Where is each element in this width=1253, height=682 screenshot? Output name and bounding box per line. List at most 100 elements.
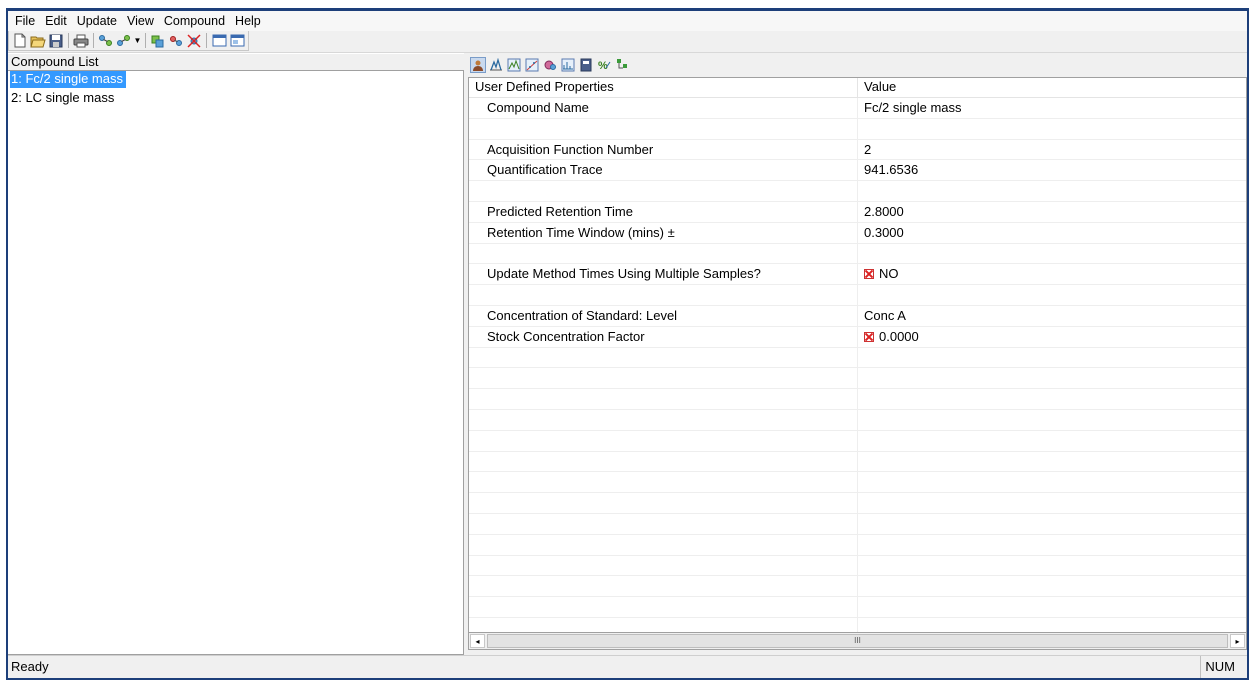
property-row[interactable]: Concentration of Standard: Level Conc A	[469, 305, 1246, 327]
property-row[interactable]	[469, 389, 1246, 410]
property-value[interactable]	[857, 285, 1246, 305]
scroll-thumb[interactable]: III	[487, 634, 1228, 648]
menu-view[interactable]: View	[122, 14, 159, 28]
compound-list-item[interactable]: 1: Fc/2 single mass	[8, 69, 463, 88]
property-row[interactable]: Retention Time Window (mins) ± 0.3000	[469, 222, 1246, 244]
integration-icon[interactable]	[560, 57, 576, 73]
print-icon[interactable]	[73, 33, 89, 49]
mass-spectrum-icon[interactable]	[542, 57, 558, 73]
property-row[interactable]	[469, 243, 1246, 265]
calibration-icon[interactable]	[524, 57, 540, 73]
property-value[interactable]	[857, 118, 1246, 139]
property-row[interactable]	[469, 617, 1246, 632]
property-value[interactable]: 0.0000	[857, 326, 1246, 347]
open-folder-icon[interactable]	[30, 33, 46, 49]
property-value[interactable]	[857, 181, 1246, 201]
property-row[interactable]	[469, 576, 1246, 598]
scroll-left-arrow[interactable]: ◂	[470, 634, 485, 648]
property-name: Acquisition Function Number	[487, 141, 654, 157]
property-row[interactable]: Predicted Retention Time 2.8000	[469, 201, 1246, 223]
property-row[interactable]	[469, 513, 1246, 535]
menu-compound[interactable]: Compound	[159, 14, 230, 28]
property-name	[469, 119, 857, 139]
property-row[interactable]: Stock Concentration Factor 0.0000	[469, 326, 1246, 348]
property-name	[469, 181, 857, 201]
property-value[interactable]	[857, 555, 1246, 576]
property-row[interactable]	[469, 597, 1246, 618]
status-text: Ready	[11, 659, 49, 674]
property-value[interactable]	[857, 617, 1246, 632]
property-value[interactable]: 2	[857, 139, 1246, 160]
property-value[interactable]	[857, 368, 1246, 389]
property-value[interactable]: NO	[857, 264, 1246, 285]
view-list-icon[interactable]	[211, 33, 227, 49]
insert-compound-icon[interactable]	[116, 33, 132, 49]
column-header-property[interactable]: User Defined Properties	[469, 78, 857, 97]
tree-icon[interactable]	[614, 57, 630, 73]
chromatogram-icon[interactable]	[506, 57, 522, 73]
property-name	[469, 452, 857, 472]
property-value[interactable]	[857, 493, 1246, 513]
property-value[interactable]	[857, 576, 1246, 597]
property-value[interactable]	[857, 513, 1246, 534]
property-row[interactable]	[469, 472, 1246, 494]
property-row[interactable]	[469, 368, 1246, 390]
property-value[interactable]: Conc A	[857, 305, 1246, 326]
property-row[interactable]	[469, 430, 1246, 452]
property-name: Quantification Trace	[487, 162, 603, 178]
property-value[interactable]	[857, 389, 1246, 409]
property-value[interactable]	[857, 534, 1246, 555]
flag-x-icon[interactable]	[864, 331, 874, 342]
menu-file[interactable]: File	[10, 14, 40, 28]
toolbar-separator	[145, 33, 146, 48]
delete-compound-icon[interactable]	[186, 33, 202, 49]
property-row[interactable]	[469, 493, 1246, 514]
scroll-right-arrow[interactable]: ▸	[1230, 634, 1245, 648]
menu-help[interactable]: Help	[230, 14, 266, 28]
menu-edit[interactable]: Edit	[40, 14, 72, 28]
percent-icon[interactable]: %	[596, 57, 612, 73]
property-row[interactable]	[469, 347, 1246, 369]
flag-x-icon[interactable]	[864, 269, 874, 280]
compound-list-item[interactable]: 2: LC single mass	[8, 88, 463, 107]
save-icon[interactable]	[48, 33, 64, 49]
property-name	[469, 431, 857, 451]
menu-update[interactable]: Update	[72, 14, 122, 28]
property-row[interactable]	[469, 409, 1246, 431]
property-value[interactable]	[857, 597, 1246, 617]
property-row[interactable]	[469, 285, 1246, 306]
property-name	[469, 493, 857, 513]
property-value[interactable]	[857, 347, 1246, 368]
move-compound-icon[interactable]	[168, 33, 184, 49]
property-row[interactable]: Update Method Times Using Multiple Sampl…	[469, 264, 1246, 286]
property-row[interactable]	[469, 555, 1246, 577]
new-document-icon[interactable]	[12, 33, 28, 49]
property-value[interactable]: 2.8000	[857, 201, 1246, 222]
property-value[interactable]	[857, 472, 1246, 493]
property-row[interactable]: Acquisition Function Number 2	[469, 139, 1246, 161]
view-window-icon[interactable]	[229, 33, 245, 49]
report-icon[interactable]	[578, 57, 594, 73]
peak-detection-icon[interactable]	[488, 57, 504, 73]
property-value[interactable]	[857, 243, 1246, 264]
user-properties-icon[interactable]	[470, 57, 486, 73]
property-row[interactable]	[469, 451, 1246, 473]
property-row[interactable]	[469, 181, 1246, 202]
compound-item-label: 2: LC single mass	[11, 90, 115, 105]
copy-compound-icon[interactable]	[150, 33, 166, 49]
horizontal-scrollbar[interactable]: ◂ III ▸	[468, 633, 1247, 650]
properties-grid: User Defined Properties Value Compound N…	[468, 77, 1247, 633]
add-compound-icon[interactable]	[98, 33, 114, 49]
property-value[interactable]	[857, 409, 1246, 430]
property-row[interactable]: Quantification Trace 941.6536	[469, 160, 1246, 182]
property-row[interactable]	[469, 118, 1246, 140]
property-value[interactable]: 0.3000	[857, 222, 1246, 243]
column-header-value[interactable]: Value	[857, 78, 1246, 97]
dropdown-arrow-icon[interactable]: ▼	[133, 36, 142, 45]
property-value[interactable]	[857, 430, 1246, 451]
property-value[interactable]: 941.6536	[857, 160, 1246, 181]
property-row[interactable]: Compound Name Fc/2 single mass	[469, 98, 1246, 119]
property-value[interactable]: Fc/2 single mass	[857, 98, 1246, 118]
property-row[interactable]	[469, 534, 1246, 556]
property-value[interactable]	[857, 451, 1246, 472]
